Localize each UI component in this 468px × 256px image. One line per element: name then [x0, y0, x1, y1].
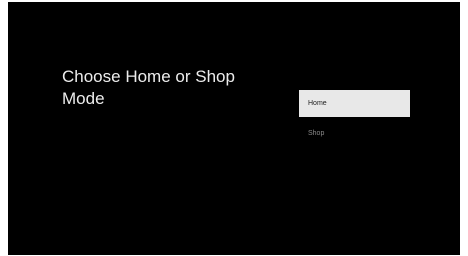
shop-mode-option[interactable]: Shop [299, 120, 410, 147]
home-mode-option[interactable]: Home [299, 90, 410, 117]
tv-setup-screen: Choose Home or Shop Mode Home Shop [8, 2, 460, 255]
mode-option-list: Home Shop [299, 90, 410, 147]
page-title: Choose Home or Shop Mode [62, 67, 235, 108]
